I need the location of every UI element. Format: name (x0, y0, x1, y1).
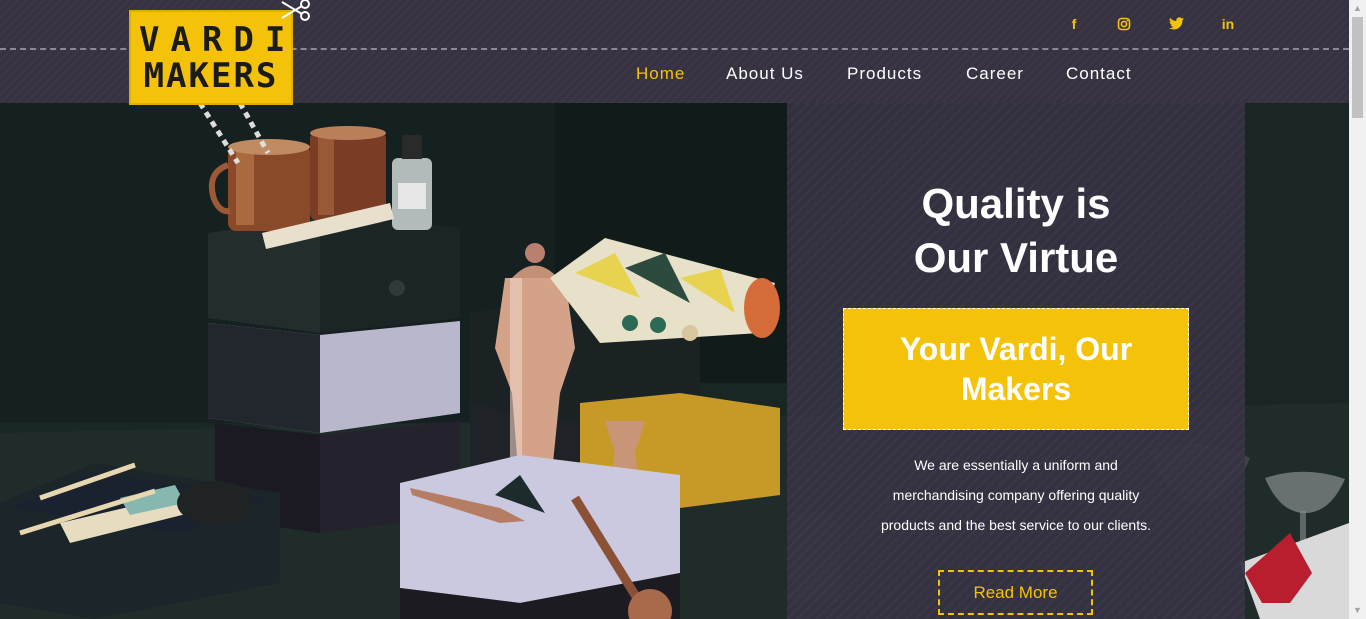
hero-panel: Quality is Our Virtue Your Vardi, Our Ma… (787, 103, 1245, 619)
tagline-text: Your Vardi, Our Makers (844, 329, 1188, 409)
tagline-line-2: Makers (960, 371, 1072, 407)
hero-heading-line-2: Our Virtue (913, 234, 1119, 281)
hero-description-line-2: merchandising company offering quality (892, 487, 1140, 503)
instagram-icon[interactable] (1114, 14, 1134, 34)
hero-heading-line-1: Quality is (921, 180, 1111, 227)
hero-heading: Quality is Our Virtue (787, 177, 1245, 285)
logo-line-1: VARDI (139, 20, 297, 60)
scroll-down-arrow-icon[interactable]: ▼ (1349, 602, 1366, 619)
nav-about-us[interactable]: About Us (726, 64, 804, 84)
site-logo[interactable]: VARDI MAKERS (129, 10, 293, 105)
facebook-icon[interactable]: f (1064, 14, 1084, 34)
hero-description-line-1: We are essentially a uniform and (914, 457, 1118, 473)
scrollbar-thumb[interactable] (1352, 17, 1363, 118)
logo-line-2: MAKERS (143, 56, 279, 96)
hero-description: We are essentially a uniform and merchan… (861, 450, 1171, 540)
nav-products[interactable]: Products (847, 64, 922, 84)
nav-home[interactable]: Home (636, 64, 685, 84)
page-scrollbar[interactable]: ▲ ▼ (1349, 0, 1366, 619)
nav-contact[interactable]: Contact (1066, 64, 1132, 84)
twitter-icon[interactable] (1166, 14, 1186, 34)
scissors-icon (281, 0, 310, 21)
read-more-button[interactable]: Read More (938, 570, 1093, 615)
linkedin-icon[interactable]: in (1218, 14, 1238, 34)
tagline-box: Your Vardi, Our Makers (843, 308, 1189, 430)
nav-career[interactable]: Career (966, 64, 1024, 84)
hero-description-line-3: products and the best service to our cli… (880, 517, 1152, 533)
scroll-up-arrow-icon[interactable]: ▲ (1349, 0, 1366, 17)
tagline-line-1: Your Vardi, Our (899, 331, 1133, 367)
